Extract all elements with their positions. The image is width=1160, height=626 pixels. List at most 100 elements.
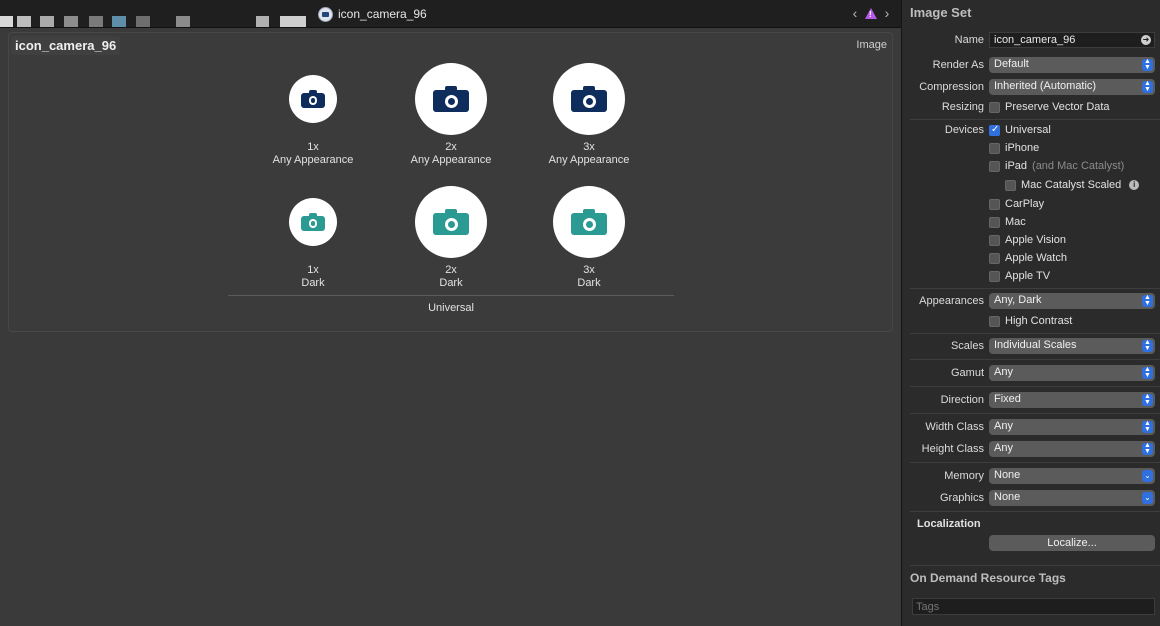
scales-label: Scales xyxy=(950,340,984,352)
image-slot[interactable]: 1x Any Appearance xyxy=(243,75,383,167)
localize-button[interactable]: Localize... xyxy=(989,535,1155,551)
checkbox-box xyxy=(989,315,1000,327)
separator xyxy=(910,359,1160,360)
image-well[interactable] xyxy=(553,186,625,258)
slot-label: 1x Dark xyxy=(243,264,383,290)
direction-popup[interactable]: Fixed ▲ ▼ xyxy=(989,392,1155,408)
slot-scale: 1x xyxy=(307,141,319,153)
height-class-label: Height Class xyxy=(921,443,984,455)
up-down-icon: ▲ ▼ xyxy=(1142,294,1153,307)
image-slot[interactable]: 2x Dark xyxy=(381,186,521,290)
image-set-kind: Image xyxy=(856,39,887,51)
mac-row: Mac xyxy=(902,214,1160,232)
carplay-row: CarPlay xyxy=(902,196,1160,214)
mac-checkbox[interactable]: Mac xyxy=(989,216,1026,228)
scales-value: Individual Scales xyxy=(994,339,1077,351)
memory-popup[interactable]: None ⌄ xyxy=(989,468,1155,484)
checkbox-box xyxy=(989,160,1000,172)
apple-tv-label: Apple TV xyxy=(1005,270,1051,282)
apple-vision-row: Apple Vision xyxy=(902,232,1160,250)
image-well[interactable] xyxy=(289,198,337,246)
gamut-popup[interactable]: Any ▲ ▼ xyxy=(989,365,1155,381)
universal-checkbox[interactable]: Universal xyxy=(989,124,1051,136)
obscured-tab-block xyxy=(112,16,126,27)
graphics-value: None xyxy=(994,491,1021,503)
direction-value: Fixed xyxy=(994,393,1021,405)
separator xyxy=(910,119,1160,120)
compression-popup[interactable]: Inherited (Automatic) ▲ ▼ xyxy=(989,79,1155,95)
scales-popup[interactable]: Individual Scales ▲ ▼ xyxy=(989,338,1155,354)
apple-vision-label: Apple Vision xyxy=(1005,234,1066,246)
apple-vision-checkbox[interactable]: Apple Vision xyxy=(989,234,1066,246)
graphics-popup[interactable]: None ⌄ xyxy=(989,490,1155,506)
slot-label: 2x Dark xyxy=(381,264,521,290)
mac-catalyst-scaled-label: Mac Catalyst Scaled xyxy=(1021,179,1122,191)
separator xyxy=(910,333,1160,334)
mac-catalyst-scaled-row: Mac Catalyst Scaled i xyxy=(902,177,1160,195)
obscured-tab-block xyxy=(280,16,306,27)
tab-label: icon_camera_96 xyxy=(338,7,427,21)
image-set-name[interactable]: icon_camera_96 xyxy=(11,36,121,55)
slot-label: 3x Dark xyxy=(519,264,659,290)
apple-watch-checkbox[interactable]: Apple Watch xyxy=(989,252,1067,264)
devices-row: Devices Universal xyxy=(902,122,1160,140)
image-well[interactable] xyxy=(415,63,487,135)
tags-input[interactable] xyxy=(912,598,1155,615)
name-field[interactable]: icon_camera_96 ➜ xyxy=(989,32,1155,48)
iphone-checkbox[interactable]: iPhone xyxy=(989,142,1039,154)
image-slot[interactable]: 2x Any Appearance xyxy=(381,63,521,167)
up-down-icon: ▲ ▼ xyxy=(1142,339,1153,352)
compression-label: Compression xyxy=(919,81,984,93)
image-well[interactable] xyxy=(415,186,487,258)
obscured-tab-block xyxy=(176,16,190,27)
obscured-tab-block xyxy=(17,16,31,27)
image-slot[interactable]: 1x Dark xyxy=(243,198,383,290)
tab-bar: icon_camera_96 ‹ ! › xyxy=(0,0,901,28)
info-icon[interactable]: i xyxy=(1129,180,1140,190)
slot-label: 3x Any Appearance xyxy=(519,141,659,167)
image-slot[interactable]: 3x Any Appearance xyxy=(519,63,659,167)
slot-scale: 3x xyxy=(583,264,595,276)
memory-label: Memory xyxy=(944,470,984,482)
render-as-row: Render As Default ▲ ▼ xyxy=(902,57,1160,75)
scales-row: Scales Individual Scales ▲ ▼ xyxy=(902,338,1160,356)
image-well[interactable] xyxy=(553,63,625,135)
slot-appearance: Any Appearance xyxy=(272,154,354,166)
up-down-icon: ▲ ▼ xyxy=(1142,58,1153,71)
preserve-vector-data-checkbox[interactable]: Preserve Vector Data xyxy=(989,101,1110,113)
high-contrast-checkbox[interactable]: High Contrast xyxy=(989,315,1072,327)
up-down-icon: ▲ ▼ xyxy=(1142,393,1153,406)
image-slot[interactable]: 3x Dark xyxy=(519,186,659,290)
obscured-tab-block xyxy=(0,16,13,27)
height-class-row: Height Class Any ▲ ▼ xyxy=(902,441,1160,459)
slot-scale: 2x xyxy=(445,264,457,276)
slot-scale: 3x xyxy=(583,141,595,153)
appearances-label: Appearances xyxy=(919,295,984,307)
ipad-checkbox[interactable]: iPad (and Mac Catalyst) xyxy=(989,160,1124,172)
apple-tv-checkbox[interactable]: Apple TV xyxy=(989,270,1050,282)
slot-scale: 2x xyxy=(445,141,457,153)
tab-icon-camera-96[interactable]: icon_camera_96 xyxy=(318,5,427,23)
appearances-popup[interactable]: Any, Dark ▲ ▼ xyxy=(989,293,1155,309)
width-class-row: Width Class Any ▲ ▼ xyxy=(902,419,1160,437)
warning-icon[interactable]: ! xyxy=(865,7,877,19)
width-class-popup[interactable]: Any ▲ ▼ xyxy=(989,419,1155,435)
height-class-popup[interactable]: Any ▲ ▼ xyxy=(989,441,1155,457)
slot-scale: 1x xyxy=(307,264,319,276)
carplay-checkbox[interactable]: CarPlay xyxy=(989,198,1044,210)
graphics-row: Graphics None ⌄ xyxy=(902,490,1160,508)
render-as-popup[interactable]: Default ▲ ▼ xyxy=(989,57,1155,73)
arrow-circle-icon[interactable]: ➜ xyxy=(1141,35,1151,45)
checkbox-box xyxy=(989,216,1000,228)
asset-editor: icon_camera_96 ‹ ! › icon_camera_96 Imag… xyxy=(0,0,901,626)
compression-row: Compression Inherited (Automatic) ▲ ▼ xyxy=(902,79,1160,97)
image-well[interactable] xyxy=(289,75,337,123)
obscured-tab-block xyxy=(256,16,269,27)
high-contrast-row: High Contrast xyxy=(902,313,1160,331)
chevron-right-icon[interactable]: › xyxy=(881,6,893,20)
memory-row: Memory None ⌄ xyxy=(902,468,1160,486)
chevron-left-icon[interactable]: ‹ xyxy=(849,6,861,20)
separator xyxy=(910,413,1160,414)
mac-catalyst-scaled-checkbox[interactable]: Mac Catalyst Scaled i xyxy=(1005,179,1140,191)
separator xyxy=(910,288,1160,289)
